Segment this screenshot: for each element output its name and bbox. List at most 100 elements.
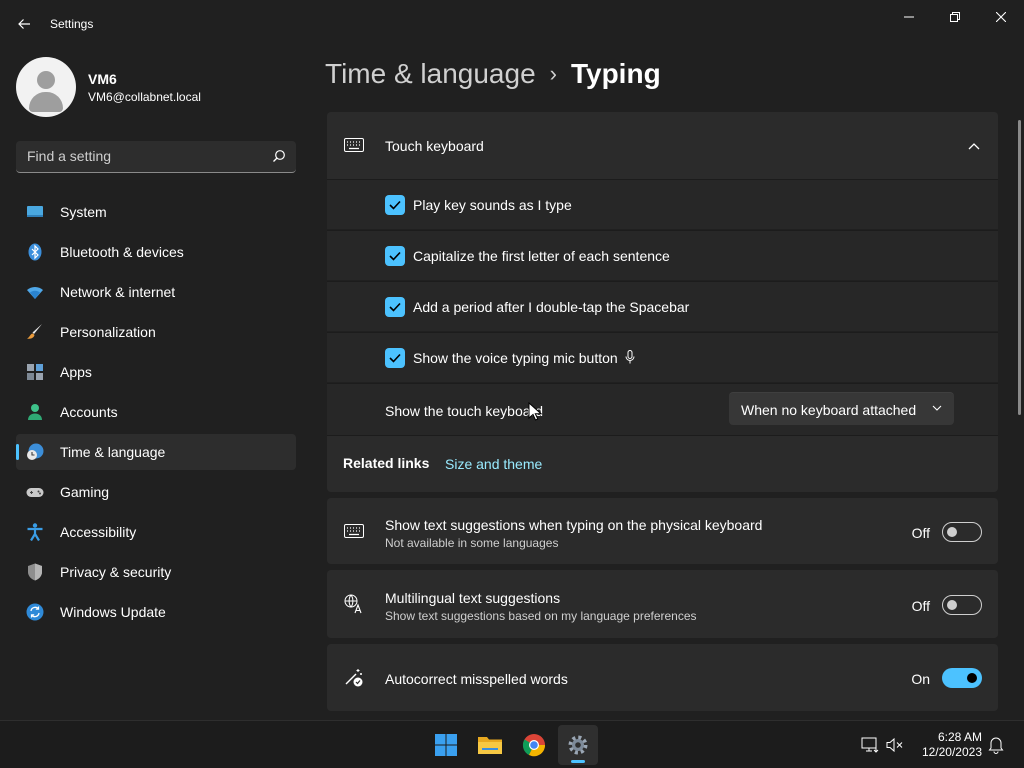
sidebar-item-gaming[interactable]: Gaming [16,474,296,510]
minimize-button[interactable] [886,2,932,32]
setting-title: Autocorrect misspelled words [385,671,568,687]
sidebar-item-accounts[interactable]: Accounts [16,394,296,430]
avatar [16,57,76,117]
clock[interactable]: 6:28 AM 12/20/2023 [912,730,982,760]
checkbox-label[interactable]: Capitalize the first letter of each sent… [413,248,670,264]
start-button[interactable] [426,725,466,765]
sidebar-item-label: Personalization [60,324,156,340]
double-tap-period-checkbox[interactable] [385,297,405,317]
app-title: Settings [50,17,94,31]
checkmark-icon [389,200,401,210]
notifications-button[interactable] [986,735,1006,755]
settings-taskbar-button[interactable] [558,725,598,765]
toggle-state-label: On [911,671,930,687]
chrome-icon [522,734,546,757]
title-bar: Settings [0,0,1024,48]
checkmark-icon [389,353,401,363]
search-icon[interactable] [272,149,286,163]
sidebar-item-label: Apps [60,364,92,380]
volume-tray-button[interactable] [885,735,905,755]
sidebar-item-time-language[interactable]: Time & language [16,434,296,470]
text-suggestions-card: Show text suggestions when typing on the… [327,498,998,564]
setting-subtitle: Not available in some languages [385,536,559,550]
back-arrow-icon [18,19,30,29]
minimize-icon [904,16,914,18]
gear-icon [568,735,588,755]
show-keyboard-dropdown[interactable]: When no keyboard attached [729,392,954,425]
sidebar-item-windows-update[interactable]: Windows Update [16,594,296,630]
brush-icon [27,324,42,339]
taskbar: 6:28 AM 12/20/2023 [0,720,1024,768]
sidebar-item-label: Accessibility [60,524,137,540]
autocorrect-card: Autocorrect misspelled words On [327,644,998,711]
accessibility-icon [27,523,43,541]
clock-date: 12/20/2023 [921,745,982,759]
wifi-icon [27,286,43,299]
text-suggestions-toggle[interactable] [942,522,982,542]
folder-icon [478,737,502,754]
windows-logo-icon [435,734,457,756]
sidebar-item-label: System [60,204,107,220]
breadcrumb-separator: › [549,61,557,86]
bluetooth-icon [28,243,42,261]
chevron-up-icon [968,143,980,150]
user-profile[interactable]: VM6 VM6@collabnet.local [16,57,201,117]
sidebar-item-label: Privacy & security [60,564,172,580]
system-icon [27,206,43,217]
checkmark-icon [389,302,401,312]
close-icon [996,12,1006,22]
sidebar-item-bluetooth[interactable]: Bluetooth & devices [16,234,296,270]
search-box[interactable] [16,141,296,173]
touch-keyboard-header[interactable]: Touch keyboard [327,112,998,179]
checkbox-label[interactable]: Add a period after I double-tap the Spac… [413,299,689,315]
update-icon [26,603,44,621]
microphone-icon [625,350,635,364]
setting-title: Multilingual text suggestions [385,590,561,606]
voice-mic-checkbox[interactable] [385,348,405,368]
restore-button[interactable] [932,2,978,32]
network-tray-button[interactable] [860,735,880,755]
sidebar-item-privacy[interactable]: Privacy & security [16,554,296,590]
sidebar-item-system[interactable]: System [16,194,296,230]
setting-subtitle: Show text suggestions based on my langua… [385,609,697,623]
option-row-voice-mic: Show the voice typing mic button [327,332,998,382]
related-links: Related links Size and theme [327,435,998,492]
setting-title: Show text suggestions when typing on the… [385,517,763,533]
autocorrect-toggle[interactable] [942,668,982,688]
option-row-show-keyboard: Show the touch keyboard When no keyboard… [327,383,998,435]
capitalize-checkbox[interactable] [385,246,405,266]
network-monitor-icon [861,737,879,753]
sidebar-item-accessibility[interactable]: Accessibility [16,514,296,550]
chrome-button[interactable] [514,725,554,765]
toggle-state-label: Off [911,598,930,614]
sidebar-item-network[interactable]: Network & internet [16,274,296,310]
globe-clock-icon [27,443,44,460]
key-sounds-checkbox[interactable] [385,195,405,215]
sidebar-item-label: Bluetooth & devices [60,244,184,260]
multilingual-suggestions-card: Multilingual text suggestions Show text … [327,570,998,638]
multilingual-toggle[interactable] [942,595,982,615]
breadcrumb-parent[interactable]: Time & language [325,58,536,90]
search-input[interactable] [16,141,264,171]
speaker-muted-icon [886,737,903,753]
close-button[interactable] [978,2,1024,32]
file-explorer-button[interactable] [470,725,510,765]
restore-icon [950,12,960,22]
scrollbar[interactable] [1018,120,1021,415]
collapse-button[interactable] [964,136,984,156]
back-button[interactable] [10,10,38,38]
sidebar-item-label: Windows Update [60,604,166,620]
sidebar-item-personalization[interactable]: Personalization [16,314,296,350]
gamepad-icon [26,488,44,497]
checkbox-label[interactable]: Play key sounds as I type [413,197,572,213]
language-icon [344,594,362,614]
option-row-capitalize: Capitalize the first letter of each sent… [327,230,998,280]
sidebar-item-label: Accounts [60,404,118,420]
apps-icon [27,364,43,380]
related-links-title: Related links [343,455,430,471]
checkbox-label[interactable]: Show the voice typing mic button [413,350,618,366]
sidebar-item-apps[interactable]: Apps [16,354,296,390]
keyboard-icon [344,138,364,152]
size-and-theme-link[interactable]: Size and theme [445,456,542,472]
mouse-cursor-icon [528,402,542,421]
